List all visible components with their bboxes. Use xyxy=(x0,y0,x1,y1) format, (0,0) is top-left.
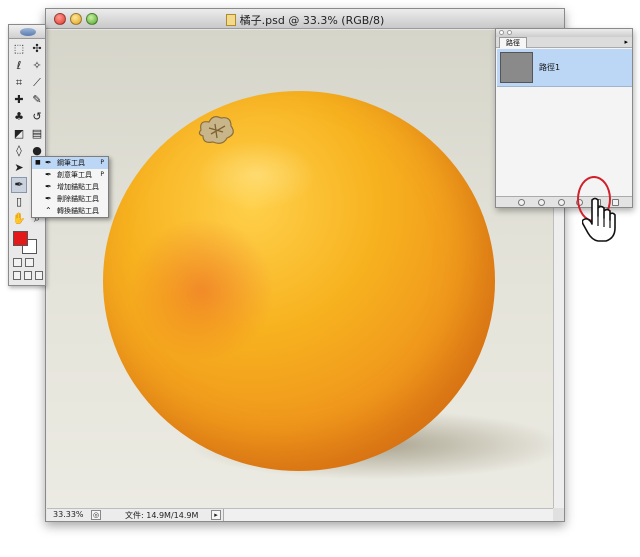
hand-pointer-cursor-icon xyxy=(582,197,616,242)
orange-highlight xyxy=(197,140,317,210)
delete-anchor-point-icon: ✒ xyxy=(45,194,52,203)
path-list-item[interactable]: 路徑1 xyxy=(497,49,632,87)
standard-mode-icon[interactable] xyxy=(13,258,22,267)
lasso-tool-icon[interactable]: ℓ xyxy=(11,58,27,74)
pen-tool-icon[interactable]: ✒ xyxy=(11,177,27,193)
path-thumbnail xyxy=(500,52,533,83)
path-selection-tool-icon[interactable]: ➤ xyxy=(11,160,27,176)
marquee-tool-icon[interactable]: ⬚ xyxy=(11,41,27,57)
blur-tool-icon[interactable]: ◊ xyxy=(11,143,27,159)
brush-tool-icon[interactable]: ✎ xyxy=(29,92,45,108)
feather-logo-icon xyxy=(20,28,36,36)
flyout-item-label: 創意筆工具 xyxy=(57,171,92,179)
move-tool-icon[interactable]: ✣ xyxy=(29,41,45,57)
zoom-preview-icon[interactable]: ◎ xyxy=(91,510,101,520)
healing-brush-tool-icon[interactable]: ✚ xyxy=(11,92,27,108)
tool-palette-header[interactable] xyxy=(9,25,45,39)
orange-stem xyxy=(198,116,234,144)
flyout-item-delete-anchor[interactable]: ✒ 刪除錨點工具 xyxy=(32,193,108,205)
file-size-info: 文件: 14.9M/14.9M xyxy=(125,511,199,520)
document-titlebar[interactable]: 橘子.psd @ 33.3% (RGB/8) xyxy=(46,9,564,29)
orange-blush xyxy=(127,220,277,360)
flyout-item-pen[interactable]: ■ ✒ 鋼筆工具 P xyxy=(32,157,108,169)
flyout-shortcut: P xyxy=(100,159,104,166)
quick-mask-row xyxy=(13,258,43,268)
quick-mask-mode-icon[interactable] xyxy=(25,258,34,267)
pen-icon: ✒ xyxy=(45,158,52,167)
notes-tool-icon[interactable]: ▯ xyxy=(11,194,27,210)
flyout-item-label: 鋼筆工具 xyxy=(57,159,85,167)
paths-panel: 路徑 ▸ 路徑1 xyxy=(495,28,633,208)
imageready-jump-icon[interactable] xyxy=(35,271,43,280)
pen-tool-flyout: ■ ✒ 鋼筆工具 P ✒ 創意筆工具 P ✒ 增加錨點工具 ✒ 刪除錨點工具 ⌃… xyxy=(31,156,109,218)
horizontal-scrollbar[interactable] xyxy=(223,509,553,521)
slice-tool-icon[interactable]: ⟋ xyxy=(29,75,45,91)
path-name: 路徑1 xyxy=(539,63,561,72)
flyout-item-label: 增加錨點工具 xyxy=(57,183,99,191)
zoom-level[interactable]: 33.33% xyxy=(53,510,84,519)
foreground-color-swatch[interactable] xyxy=(13,231,28,246)
full-screen-mode-icon[interactable] xyxy=(24,271,32,280)
status-bar: 33.33% ◎ 文件: 14.9M/14.9M ▸ xyxy=(47,508,553,521)
crop-tool-icon[interactable]: ⌗ xyxy=(11,75,27,91)
gradient-tool-icon[interactable]: ▤ xyxy=(29,126,45,142)
magic-wand-tool-icon[interactable]: ✧ xyxy=(29,58,45,74)
flyout-item-label: 轉換錨點工具 xyxy=(57,207,99,215)
document-title: 橘子.psd @ 33.3% (RGB/8) xyxy=(46,12,564,28)
hand-tool-icon[interactable]: ✋ xyxy=(11,211,27,227)
status-menu-arrow-icon[interactable]: ▸ xyxy=(211,510,221,520)
paths-panel-titlebar[interactable] xyxy=(496,29,632,37)
flyout-item-freeform-pen[interactable]: ✒ 創意筆工具 P xyxy=(32,169,108,181)
tab-paths[interactable]: 路徑 xyxy=(499,37,527,48)
load-path-as-selection-icon[interactable] xyxy=(558,199,565,206)
psd-file-icon xyxy=(225,14,236,26)
panel-close-icon[interactable] xyxy=(499,30,504,35)
standard-screen-mode-icon[interactable] xyxy=(13,271,21,280)
screen-mode-row xyxy=(13,271,43,281)
history-brush-tool-icon[interactable]: ↺ xyxy=(29,109,45,125)
document-window: 橘子.psd @ 33.3% (RGB/8) 33.33% ◎ 文件: 14.9… xyxy=(45,8,565,522)
flyout-shortcut: P xyxy=(100,171,104,178)
paths-panel-tabs: 路徑 ▸ xyxy=(496,37,632,48)
add-anchor-point-icon: ✒ xyxy=(45,182,52,191)
eraser-tool-icon[interactable]: ◩ xyxy=(11,126,27,142)
panel-collapse-icon[interactable] xyxy=(507,30,512,35)
selected-bullet-icon: ■ xyxy=(35,159,41,166)
image-canvas[interactable] xyxy=(47,30,553,508)
flyout-item-add-anchor[interactable]: ✒ 增加錨點工具 xyxy=(32,181,108,193)
convert-point-icon: ⌃ xyxy=(45,206,52,215)
flyout-item-convert-anchor[interactable]: ⌃ 轉換錨點工具 xyxy=(32,205,108,217)
panel-menu-icon[interactable]: ▸ xyxy=(624,38,628,46)
clone-stamp-tool-icon[interactable]: ♣ xyxy=(11,109,27,125)
freeform-pen-icon: ✒ xyxy=(45,170,52,179)
tool-palette: ⬚ ✣ ℓ ✧ ⌗ ⟋ ✚ ✎ ♣ ↺ ◩ ▤ ◊ ● ➤ T ✒ ▭ ▯ ⁄ … xyxy=(8,24,46,286)
fill-path-icon[interactable] xyxy=(518,199,525,206)
document-title-text: 橘子.psd @ 33.3% (RGB/8) xyxy=(239,14,385,27)
stroke-path-icon[interactable] xyxy=(538,199,545,206)
flyout-item-label: 刪除錨點工具 xyxy=(57,195,99,203)
resize-corner[interactable] xyxy=(553,508,564,521)
